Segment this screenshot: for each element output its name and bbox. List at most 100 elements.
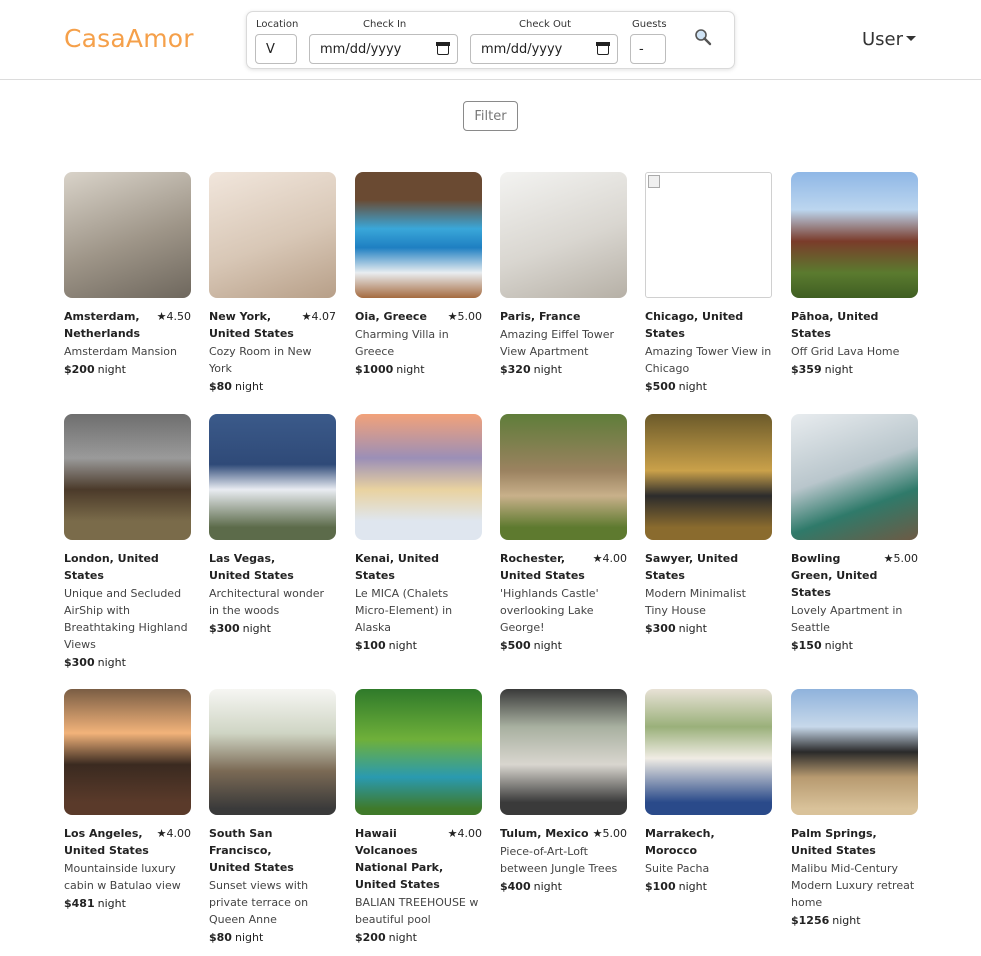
listing-location: Oia, Greece: [355, 310, 427, 323]
listing-photo[interactable]: [355, 414, 482, 540]
listing-price: $200: [355, 931, 386, 944]
listing-card[interactable]: Paris, France Amazing Eiffel Tower View A…: [500, 172, 627, 378]
listing-price-line: $300 night: [64, 654, 191, 671]
listing-photo[interactable]: [64, 414, 191, 540]
per-night-label: night: [242, 622, 271, 635]
per-night-label: night: [678, 880, 707, 893]
listing-card[interactable]: Sawyer, United States Modern Minimalist T…: [645, 414, 772, 637]
calendar-icon[interactable]: [596, 42, 610, 55]
star-icon: ★: [592, 552, 603, 565]
listing-photo[interactable]: [209, 414, 336, 540]
brand-logo[interactable]: CasaAmor: [64, 24, 194, 53]
listing-photo[interactable]: [209, 172, 336, 298]
listing-photo[interactable]: [500, 689, 627, 815]
listing-price-line: $80 night: [209, 378, 336, 395]
listing-rating: ★4.00: [157, 825, 191, 859]
listing-card[interactable]: Hawaii Volcanoes National Park, United S…: [355, 689, 482, 946]
listing-card[interactable]: Marrakech, Morocco Suite Pacha $100 night: [645, 689, 772, 895]
per-night-label: night: [533, 880, 562, 893]
listing-header: Kenai, United States: [355, 550, 482, 584]
listing-photo[interactable]: [645, 689, 772, 815]
listing-price: $1256: [791, 914, 830, 927]
listing-header: Hawaii Volcanoes National Park, United S…: [355, 825, 482, 893]
listing-title: Le MICA (Chalets Micro-Element) in Alask…: [355, 587, 453, 634]
listing-rating: ★4.00: [593, 550, 627, 584]
listing-card[interactable]: Tulum, Mexico ★5.00 Piece-of-Art-Loft betw…: [500, 689, 627, 895]
listing-price-line: $1256 night: [791, 912, 918, 929]
listing-photo[interactable]: [791, 172, 918, 298]
rating-value: 4.50: [166, 310, 192, 323]
listing-price: $320: [500, 363, 531, 376]
search-icon[interactable]: [694, 28, 712, 51]
listing-header: Oia, Greece ★5.00: [355, 308, 482, 325]
listing-rating: ★4.07: [302, 308, 336, 342]
listing-card[interactable]: New York, United States ★4.07 Cozy Room in…: [209, 172, 336, 395]
listing-header: Tulum, Mexico ★5.00: [500, 825, 627, 842]
listing-card[interactable]: Pāhoa, United States Off Grid Lava Home $3…: [791, 172, 918, 378]
listing-price: $100: [645, 880, 676, 893]
caret-down-icon: [906, 36, 917, 41]
listing-photo[interactable]: [791, 689, 918, 815]
listing-price-line: $500 night: [500, 637, 627, 654]
listing-location: Los Angeles, United States: [64, 827, 149, 857]
listing-price-line: $300 night: [209, 620, 336, 637]
listing-photo[interactable]: [500, 172, 627, 298]
listing-price: $359: [791, 363, 822, 376]
listing-card[interactable]: Kenai, United States Le MICA (Chalets Mic…: [355, 414, 482, 654]
listing-header: London, United States: [64, 550, 191, 584]
listing-photo[interactable]: [355, 689, 482, 815]
checkin-value: mm/dd/yyyy: [320, 41, 402, 57]
listing-price-line: $200 night: [64, 361, 191, 378]
listing-price: $300: [209, 622, 240, 635]
listing-title: Modern Minimalist Tiny House: [645, 587, 746, 617]
listing-price-line: $300 night: [645, 620, 772, 637]
filter-button[interactable]: Filter: [463, 101, 518, 131]
listing-rating: ★4.50: [157, 308, 191, 342]
listing-title: 'Highlands Castle' overlooking Lake Geor…: [500, 587, 599, 634]
listing-price-line: $80 night: [209, 929, 336, 946]
listing-card[interactable]: Amsterdam, Netherlands ★4.50 Amsterdam Man…: [64, 172, 191, 378]
per-night-label: night: [678, 380, 707, 393]
listing-header: Bowling Green, United States ★5.00: [791, 550, 918, 601]
rating-value: 4.00: [602, 552, 628, 565]
checkin-input[interactable]: mm/dd/yyyy: [309, 34, 458, 64]
listing-photo[interactable]: [500, 414, 627, 540]
rating-value: 4.00: [457, 827, 483, 840]
user-menu-dropdown[interactable]: User: [862, 29, 917, 50]
listing-photo[interactable]: [791, 414, 918, 540]
guests-input[interactable]: -: [630, 34, 666, 64]
listing-card[interactable]: Palm Springs, United States Malibu Mid-Ce…: [791, 689, 918, 929]
listing-header: Las Vegas, United States: [209, 550, 336, 584]
checkout-input[interactable]: mm/dd/yyyy: [470, 34, 618, 64]
listing-photo[interactable]: [645, 172, 772, 298]
listing-photo[interactable]: [355, 172, 482, 298]
listing-title: Cozy Room in New York: [209, 345, 312, 375]
listing-header: Chicago, United States: [645, 308, 772, 342]
listing-title: Architectural wonder in the woods: [209, 587, 325, 617]
listing-card[interactable]: Rochester, United States ★4.00 'Highlands …: [500, 414, 627, 654]
listing-price: $481: [64, 897, 95, 910]
listing-card[interactable]: South San Francisco, United States Sunset…: [209, 689, 336, 946]
top-navbar: CasaAmor Location V Check In mm/dd/yyyy …: [0, 0, 981, 80]
listing-card[interactable]: London, United States Unique and Secluded…: [64, 414, 191, 671]
listing-card[interactable]: Los Angeles, United States ★4.00 Mountains…: [64, 689, 191, 912]
listing-card[interactable]: Las Vegas, United States Architectural wo…: [209, 414, 336, 637]
listing-photo[interactable]: [64, 689, 191, 815]
listing-header: Pāhoa, United States: [791, 308, 918, 342]
listing-photo[interactable]: [64, 172, 191, 298]
per-night-label: night: [824, 363, 853, 376]
listing-title: Amsterdam Mansion: [64, 345, 178, 358]
listing-card[interactable]: Oia, Greece ★5.00 Charming Villa in Greece…: [355, 172, 482, 378]
listing-price: $80: [209, 931, 232, 944]
listing-photo[interactable]: [645, 414, 772, 540]
listing-price-line: $100 night: [645, 878, 772, 895]
listing-price: $1000: [355, 363, 394, 376]
calendar-icon[interactable]: [436, 42, 450, 55]
star-icon: ★: [883, 552, 894, 565]
listing-photo[interactable]: [209, 689, 336, 815]
listing-card[interactable]: Bowling Green, United States ★5.00 Lovely …: [791, 414, 918, 654]
listing-price: $500: [500, 639, 531, 652]
location-input[interactable]: V: [255, 34, 297, 64]
location-value: V: [266, 41, 275, 57]
listing-card[interactable]: Chicago, United States Amazing Tower View…: [645, 172, 772, 395]
